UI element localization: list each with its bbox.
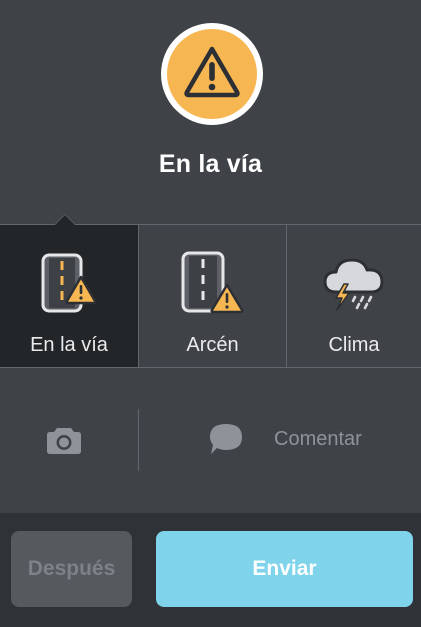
send-button[interactable]: Enviar [156, 531, 413, 607]
storm-cloud-icon [322, 251, 386, 317]
tab-label: En la vía [30, 334, 108, 356]
tab-weather[interactable]: Clima [286, 225, 421, 367]
page-title: En la vía [158, 150, 263, 178]
camera-icon[interactable] [46, 425, 82, 455]
tab-label: Arcén [186, 334, 239, 356]
selected-tab-pointer [54, 214, 76, 225]
divider [138, 409, 139, 471]
road-hazard-icon [41, 251, 97, 317]
shoulder-hazard-icon [181, 251, 245, 317]
report-actions: Comentar [0, 367, 421, 513]
footer-bar: Después Enviar [0, 513, 421, 627]
comment-icon [210, 424, 242, 454]
tab-shoulder[interactable]: Arcén [138, 225, 286, 367]
later-button[interactable]: Después [11, 531, 132, 607]
tab-on-road[interactable]: En la vía [0, 225, 138, 367]
comment-label: Comentar [274, 427, 362, 450]
hazard-warning-icon [161, 23, 263, 125]
report-header: En la vía [0, 0, 421, 224]
tab-label: Clima [328, 334, 380, 356]
hazard-type-tabs: En la vía Arcén Clima [0, 224, 421, 368]
comment-button[interactable]: Comentar [208, 423, 362, 455]
